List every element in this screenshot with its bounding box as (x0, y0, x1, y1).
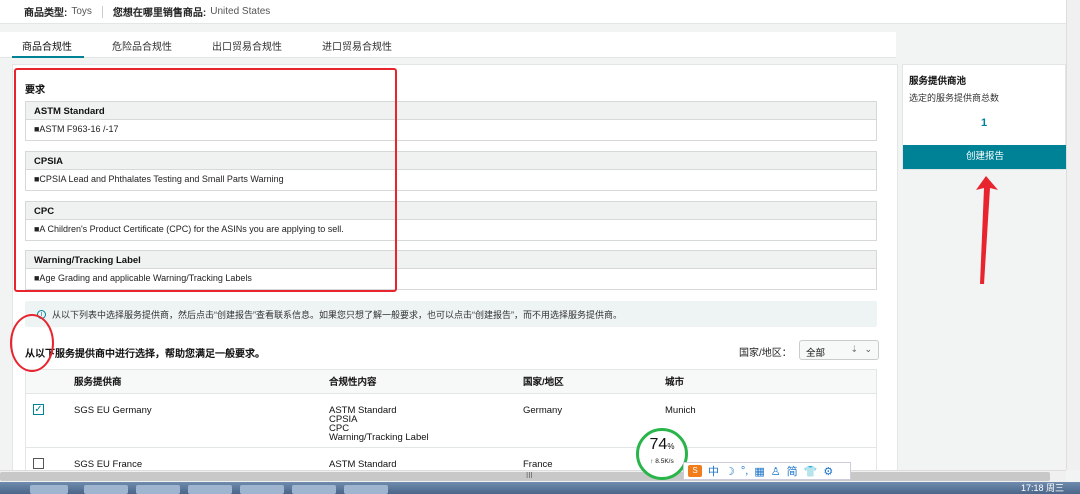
ime-chinese-mode[interactable]: 中 (708, 463, 719, 479)
provider-country: Germany (523, 405, 563, 416)
compliance-item: Warning/Tracking Label (329, 432, 429, 443)
speed-percent: 74 (649, 436, 668, 453)
provider-city: Munich (665, 405, 696, 416)
tab-import-compliance[interactable]: 进口贸易合规性 (312, 32, 404, 58)
country-filter-value: 全部 (806, 348, 826, 359)
provider-country: France (523, 459, 553, 470)
country-filter-select[interactable]: 全部 ⇣ ⌄ (799, 340, 879, 360)
column-header-country: 国家/地区 (523, 377, 564, 388)
network-speed-widget[interactable]: 74% ↑ 8.5K/s (636, 428, 688, 480)
taskbar-app[interactable] (240, 485, 284, 494)
punctuation-icon[interactable]: °, (741, 465, 748, 477)
annotation-rectangle (14, 68, 397, 292)
sogou-logo-icon: S (688, 465, 702, 477)
provider-pool-subtitle: 选定的服务提供商总数 (909, 93, 1000, 103)
horizontal-scrollbar[interactable]: III (0, 470, 1066, 482)
speed-percent-unit: % (667, 442, 675, 451)
provider-pool-title: 服务提供商池 (909, 76, 967, 87)
tab-hazmat-compliance[interactable]: 危险品合规性 (102, 32, 184, 58)
table-row[interactable]: ✓ SGS EU Germany ASTM Standard CPSIA CPC… (26, 394, 876, 448)
vertical-scrollbar[interactable] (1066, 0, 1080, 470)
keyboard-icon[interactable]: ▦ (754, 465, 764, 478)
scrollbar-grip: III (526, 471, 533, 480)
annotation-circle (10, 314, 54, 372)
info-message-text: 从以下列表中选择服务提供商，然后点击“创建报告”查看联系信息。如果您只想了解一般… (52, 309, 622, 320)
column-header-compliance: 合规性内容 (329, 377, 377, 388)
product-type-value: Toys (71, 6, 92, 17)
user-icon[interactable]: ♙ (771, 465, 781, 478)
provider-pool-panel: 服务提供商池 选定的服务提供商总数 1 创建报告 (902, 64, 1067, 170)
filter-arrow-icon: ⇣ (850, 344, 858, 354)
taskbar-app[interactable] (84, 485, 128, 494)
compliance-tabs: 商品合规性 危险品合规性 出口贸易合规性 进口贸易合规性 (0, 32, 896, 58)
provider-checkbox[interactable] (33, 458, 44, 469)
ime-toolbar[interactable]: S 中 ☽ °, ▦ ♙ 简 👕 ⚙ (683, 462, 851, 480)
divider (101, 5, 103, 18)
speed-rate: ↑ 8.5K/s (650, 458, 674, 465)
compliance-list: ASTM Standard CPSIA CPC Warning/Tracking… (329, 406, 429, 443)
start-button[interactable] (30, 485, 68, 494)
tab-export-compliance[interactable]: 出口贸易合规性 (202, 32, 294, 58)
tab-product-compliance[interactable]: 商品合规性 (12, 32, 84, 58)
moon-icon[interactable]: ☽ (725, 465, 735, 478)
chevron-down-icon: ⌄ (864, 344, 872, 354)
create-report-button[interactable]: 创建报告 (903, 145, 1067, 169)
taskbar-app[interactable] (136, 485, 180, 494)
country-filter-label: 国家/地区： (739, 348, 792, 359)
sell-where-label: 您想在哪里销售商品: (112, 8, 207, 19)
info-message: i 从以下列表中选择服务提供商，然后点击“创建报告”查看联系信息。如果您只想了解… (25, 301, 877, 327)
provider-table: 服务提供商 合规性内容 国家/地区 城市 ✓ SGS EU Germany AS… (25, 369, 877, 475)
sell-where-value: United States (210, 6, 271, 17)
skin-icon[interactable]: 👕 (804, 465, 818, 478)
table-header-row: 服务提供商 合规性内容 国家/地区 城市 (26, 370, 876, 394)
column-header-provider: 服务提供商 (74, 377, 122, 388)
taskbar-app[interactable] (188, 485, 232, 494)
settings-gear-icon[interactable]: ⚙ (823, 465, 833, 478)
column-header-city: 城市 (665, 377, 685, 388)
taskbar-app[interactable] (292, 485, 336, 494)
taskbar-app[interactable] (344, 485, 388, 494)
provider-selection-title: 从以下服务提供商中进行选择，帮助您满足一般要求。 (25, 349, 265, 360)
provider-name: SGS EU Germany (74, 405, 152, 416)
simplified-icon[interactable]: 简 (787, 463, 798, 479)
compliance-item: ASTM Standard (329, 459, 397, 470)
taskbar: 17:18 周三 (0, 482, 1080, 494)
annotation-arrow-icon (976, 176, 998, 284)
taskbar-clock: 17:18 周三 (1020, 483, 1064, 493)
provider-checkbox[interactable]: ✓ (33, 404, 44, 415)
provider-count: 1 (980, 117, 988, 129)
product-info-bar: 商品类型: Toys 您想在哪里销售商品: United States (0, 0, 1066, 24)
provider-name: SGS EU France (74, 459, 143, 470)
product-type-label: 商品类型: (24, 8, 68, 19)
scrollbar-thumb[interactable] (0, 472, 1050, 481)
